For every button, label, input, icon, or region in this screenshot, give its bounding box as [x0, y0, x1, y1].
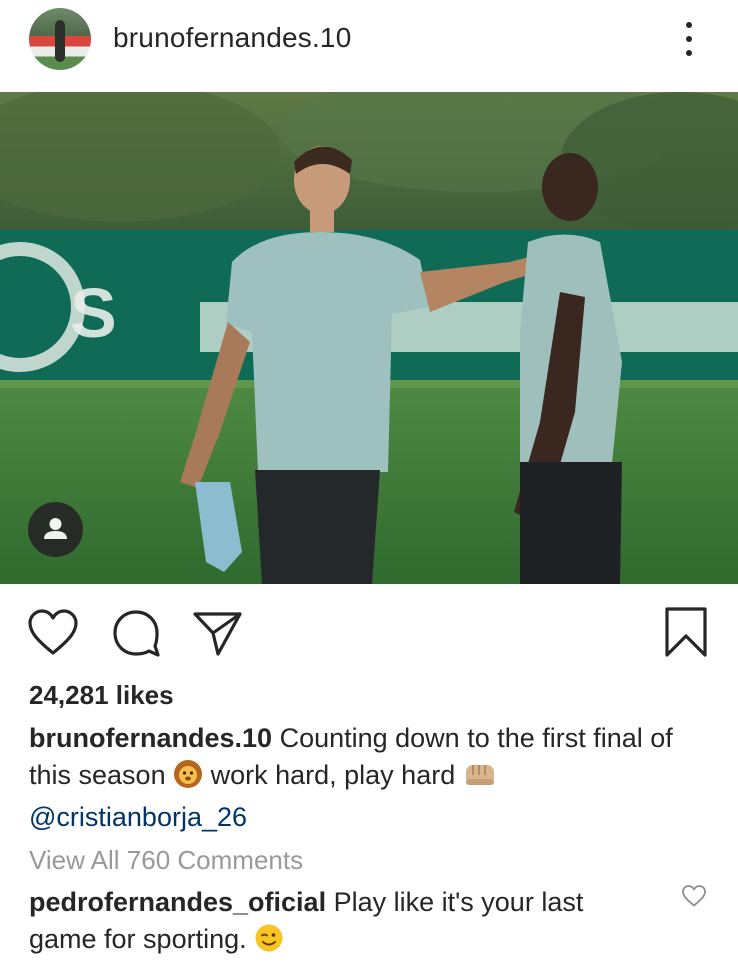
fist-bump-icon [463, 759, 497, 799]
view-all-comments-link[interactable]: View All 760 Comments [29, 845, 303, 876]
comment-username[interactable]: pedrofernandes_oficial [29, 887, 326, 917]
share-button[interactable] [192, 608, 244, 663]
post-caption: brunofernandes.10 Counting down to the f… [29, 720, 719, 836]
more-vertical-icon [686, 22, 692, 28]
user-tag-button[interactable] [28, 502, 83, 557]
comment-bubble-icon [113, 610, 160, 657]
comment-item: pedrofernandes_oficial Play like it's yo… [29, 884, 649, 963]
save-button[interactable] [663, 606, 709, 663]
post-photo[interactable]: S [0, 92, 738, 584]
comment-button[interactable] [111, 608, 161, 663]
winking-face-icon [254, 923, 284, 963]
post-username[interactable]: brunofernandes.10 [113, 22, 351, 54]
post-actions [0, 596, 738, 664]
mention-link[interactable]: @cristianborja_26 [29, 802, 247, 832]
svg-text:S: S [70, 274, 117, 352]
comment-like-button[interactable] [681, 884, 707, 913]
heart-icon [28, 609, 78, 655]
avatar[interactable] [29, 8, 91, 70]
post-header: brunofernandes.10 [0, 0, 738, 92]
person-tag-icon [44, 518, 67, 539]
caption-text: work hard, play hard [203, 760, 463, 790]
likes-count[interactable]: 24,281 likes [29, 680, 174, 711]
bookmark-icon [665, 607, 707, 657]
heart-icon [682, 885, 706, 907]
lion-face-icon [173, 759, 203, 799]
like-button[interactable] [27, 608, 79, 663]
training-photo: S [0, 92, 738, 584]
paper-plane-icon [193, 612, 242, 656]
more-options-button[interactable] [678, 18, 700, 60]
caption-username[interactable]: brunofernandes.10 [29, 723, 272, 753]
